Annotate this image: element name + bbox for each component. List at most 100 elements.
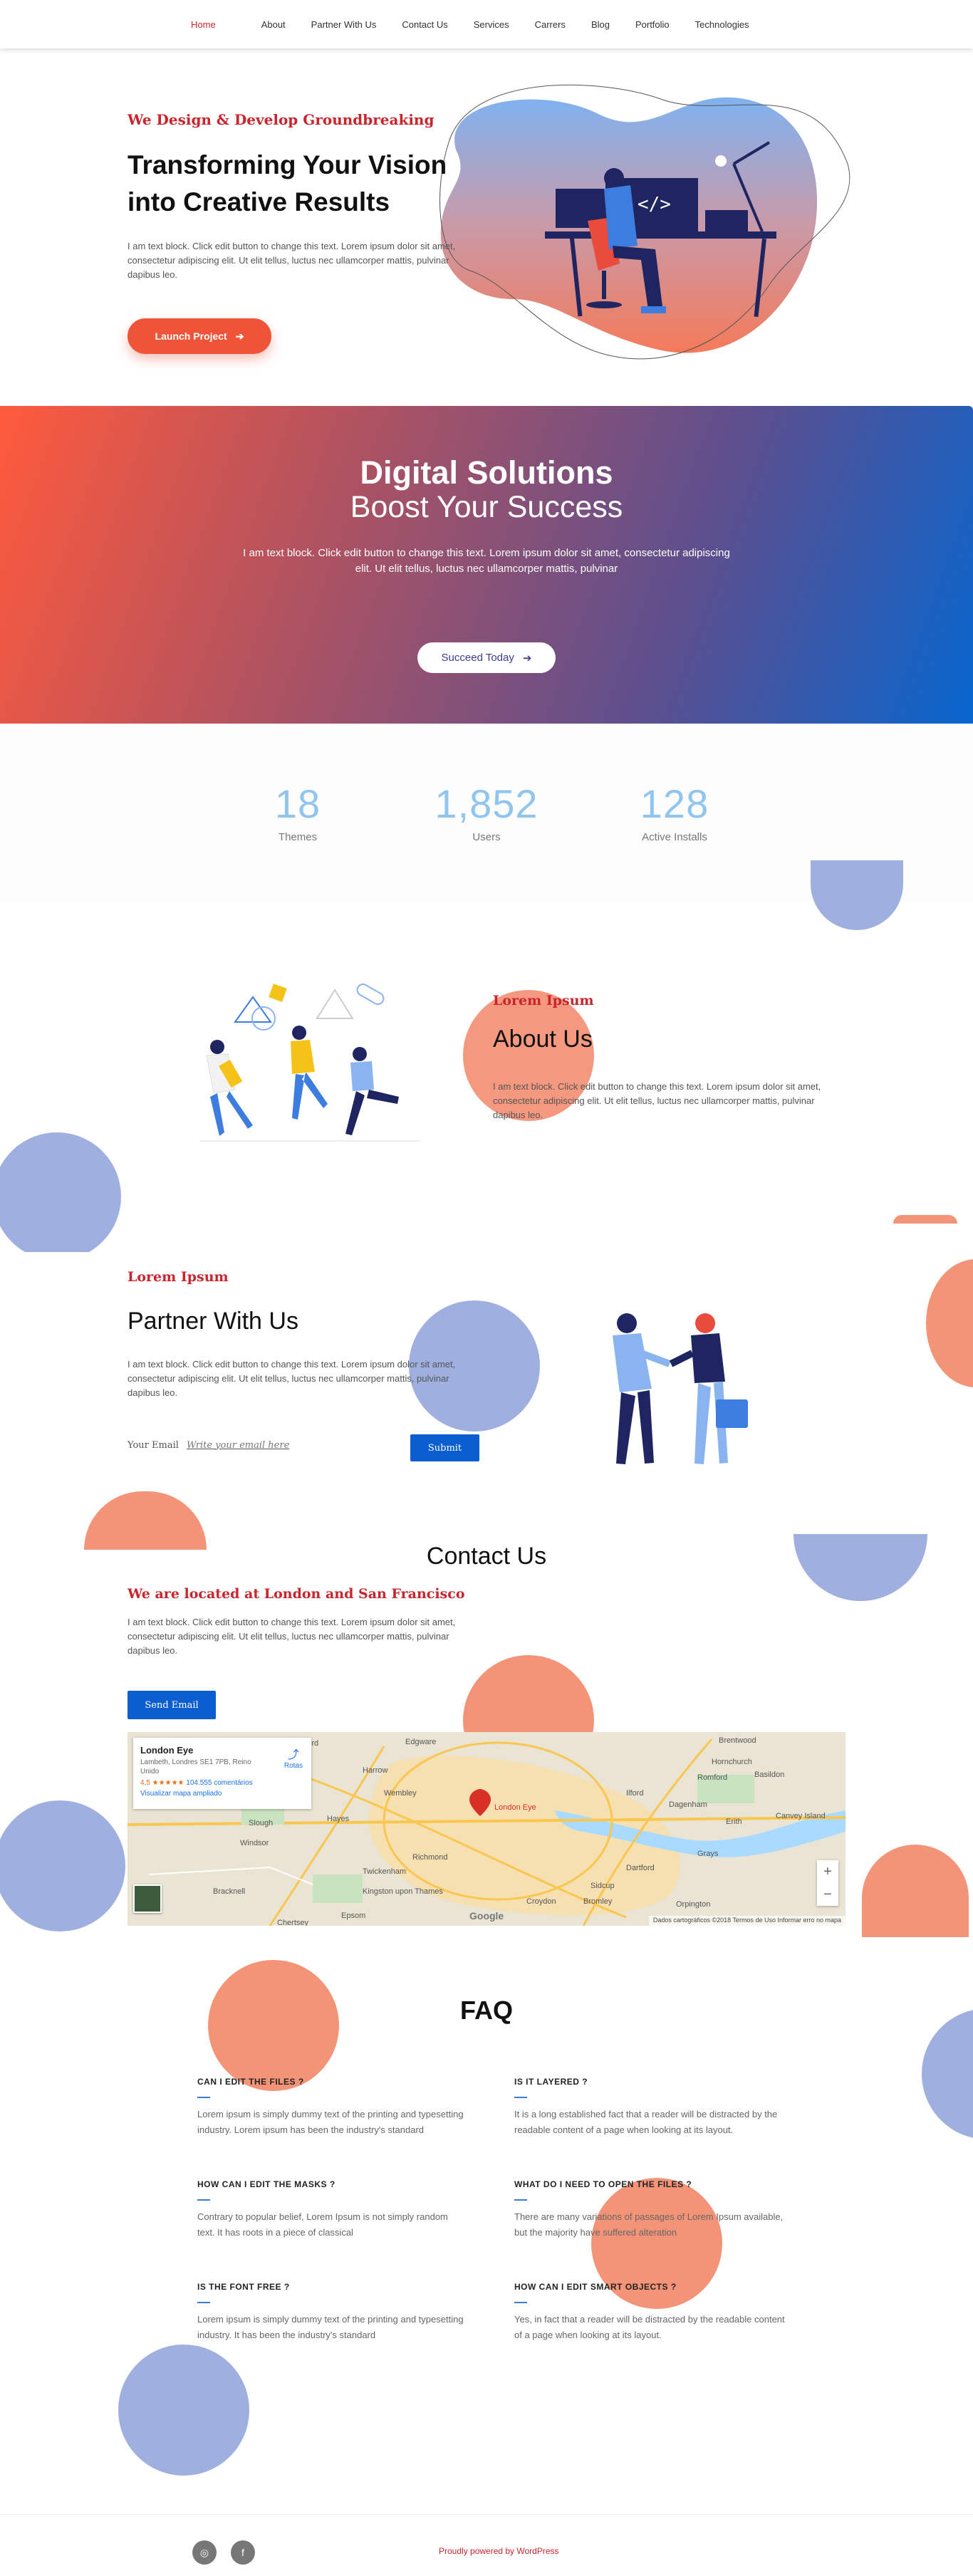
contact-title: Contact Us [426, 1543, 547, 1570]
map-place-label: Chertsey [277, 1919, 309, 1926]
map-rating-stars: 4,5 ★★★★★ [140, 1779, 184, 1787]
briefcase-icon [716, 1399, 748, 1428]
digital-subtitle: Boost Your Success [350, 490, 623, 524]
contact-kicker: We are located at London and San Francis… [128, 1586, 465, 1602]
email-label: Your Email [128, 1440, 179, 1451]
google-map[interactable]: London Eye Lambeth, Londres SE1 7PB, Rei… [128, 1732, 845, 1926]
faq-divider [197, 2199, 210, 2201]
map-place-label: Ilford [626, 1789, 644, 1798]
hero-illustration: </> [439, 84, 850, 360]
nav-item-partner-with-us[interactable]: Partner With Us [311, 19, 377, 30]
map-larger-link[interactable]: Visualizar mapa ampliado [140, 1790, 304, 1798]
zoom-in-button[interactable]: + [817, 1860, 838, 1883]
zoom-out-button[interactable]: − [817, 1883, 838, 1906]
dancer-body [350, 1061, 374, 1091]
faq-question[interactable]: IS THE FONT FREE ? [197, 2282, 468, 2292]
faq-question[interactable]: WHAT DO I NEED TO OPEN THE FILES ? [514, 2179, 785, 2189]
faq-answer: Lorem ipsum is simply dummy text of the … [197, 2314, 464, 2340]
dancer-body [291, 1040, 315, 1074]
nav-item-services[interactable]: Services [474, 19, 509, 30]
about-title: About Us [493, 1026, 593, 1053]
faq-title: FAQ [459, 1996, 513, 2025]
faq-item: WHAT DO I NEED TO OPEN THE FILES ? There … [514, 2179, 785, 2241]
faq-answer: Yes, in fact that a reader will be distr… [514, 2314, 785, 2340]
faq-answer: Contrary to popular belief, Lorem Ipsum … [197, 2211, 448, 2238]
hero-text: I am text block. Click edit button to ch… [128, 241, 456, 280]
nav-item-contact-us[interactable]: Contact Us [402, 19, 447, 30]
dancer-legs [292, 1073, 328, 1120]
map-pin-label: London Eye [494, 1803, 536, 1812]
map-place-label: Epsom [341, 1912, 366, 1920]
map-reviews-link[interactable]: 104.555 comentários [186, 1779, 252, 1787]
person-head [695, 1313, 715, 1333]
powered-by-link[interactable]: Proudly powered by WordPress [439, 2546, 559, 2556]
faq-divider [514, 2302, 527, 2303]
map-place-address: Lambeth, Londres SE1 7PB, Reino Unido [140, 1758, 251, 1775]
nav-list: Home About Partner With Us Contact Us Servic… [191, 19, 775, 30]
map-place-label: Brentwood [719, 1736, 756, 1745]
launch-project-label: Launch Project [155, 330, 227, 342]
stat-value: 128 [640, 781, 709, 826]
decor-circle [118, 2345, 249, 2476]
map-place-label: Grays [697, 1850, 719, 1858]
map-place-label: Bromley [583, 1897, 613, 1906]
nav-item-about[interactable]: About [261, 19, 286, 30]
faq-item: CAN I EDIT THE FILES ? Lorem ipsum is sim… [197, 2077, 468, 2138]
nav-item-home[interactable]: Home [191, 19, 216, 30]
digital-text: I am text block. Click edit button to ch… [243, 547, 730, 575]
map-place-label: Erith [726, 1818, 742, 1826]
contact-text: I am text block. Click edit button to ch… [128, 1617, 456, 1656]
nav-item-technologies[interactable]: Technologies [695, 19, 749, 30]
facebook-icon[interactable]: f [231, 2540, 255, 2565]
decor-circle [862, 1845, 969, 1937]
stat-users: 1,852 Users [422, 781, 551, 843]
decor-circle [811, 860, 903, 930]
map-place-label: Hayes [327, 1815, 350, 1823]
map-directions-label: Rotas [283, 1762, 303, 1770]
main-nav: Home About Partner With Us Contact Us Servic… [0, 0, 973, 48]
map-place-label: Slough [249, 1819, 274, 1827]
decor-circle [922, 2008, 973, 2139]
map-place-label: Harrow [363, 1766, 388, 1775]
decor-circle [0, 1132, 121, 1252]
faq-question[interactable]: IS IT LAYERED ? [514, 2077, 785, 2087]
succeed-today-button[interactable]: Succeed Today ➔ [417, 642, 556, 673]
page: Home About Partner With Us Contact Us Servic… [0, 0, 973, 2576]
person-arm [669, 1350, 694, 1367]
map-place-label: Wembley [384, 1789, 417, 1798]
submit-button[interactable]: Submit [410, 1434, 479, 1461]
map-place-label: Dagenham [669, 1800, 707, 1809]
stat-value: 1,852 [435, 781, 538, 826]
nav-item-portfolio[interactable]: Portfolio [635, 19, 670, 30]
hero-title: Transforming Your Vision into Creative R… [128, 150, 447, 217]
stat-label: Active Installs [642, 831, 707, 843]
instagram-icon[interactable]: ◎ [192, 2540, 217, 2565]
stat-themes: 18 Themes [234, 781, 362, 843]
nav-item-blog[interactable]: Blog [591, 19, 610, 30]
digital-title: Digital Solutions [360, 454, 613, 491]
map-place-label: Twickenham [363, 1867, 407, 1876]
hero-kicker: We Design & Develop Groundbreaking [128, 111, 435, 128]
partner-title: Partner With Us [128, 1308, 298, 1335]
map-satellite-toggle[interactable] [133, 1884, 162, 1913]
partner-text: I am text block. Click edit button to ch… [128, 1359, 456, 1398]
email-field[interactable] [187, 1436, 400, 1454]
map-directions-button[interactable]: ⤴ Rotas [284, 1745, 303, 1770]
nav-item-carrers[interactable]: Carrers [535, 19, 566, 30]
person-shoe [641, 306, 666, 313]
faq-divider [197, 2097, 210, 2098]
outline-triangle [316, 989, 354, 1019]
map-place-label: Canvey Island [776, 1812, 826, 1820]
faq-question[interactable]: HOW CAN I EDIT THE MASKS ? [197, 2179, 468, 2189]
faq-question[interactable]: HOW CAN I EDIT SMART OBJECTS ? [514, 2282, 785, 2292]
map-place-label: Edgware [405, 1738, 437, 1746]
about-text: I am text block. Click edit button to ch… [493, 1081, 821, 1120]
send-email-button[interactable]: Send Email [128, 1691, 216, 1719]
stat-installs: 128 Active Installs [610, 781, 739, 843]
launch-project-button[interactable]: Launch Project ➔ [128, 318, 271, 354]
map-place-label: Orpington [676, 1900, 711, 1909]
chair-base [586, 301, 622, 308]
faq-question[interactable]: CAN I EDIT THE FILES ? [197, 2077, 468, 2087]
laptop [705, 210, 748, 231]
desk-top [545, 231, 776, 239]
